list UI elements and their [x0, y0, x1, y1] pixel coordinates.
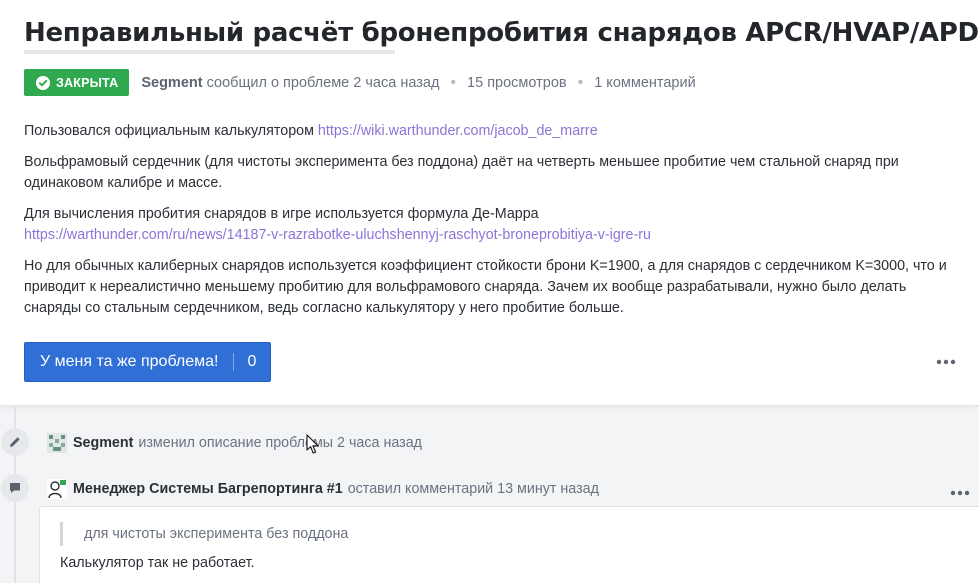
description-paragraph: Вольфрамовый сердечник (для чистоты эксп… [24, 154, 899, 191]
comment-quote: для чистоты эксперимента без поддона [60, 522, 348, 546]
issue-card: Неправильный расчёт бронепробития снаряд… [0, 0, 979, 406]
title-underline [24, 50, 395, 54]
more-horizontal-icon [936, 359, 956, 365]
description-paragraph: Для вычисления пробития снарядов в игре … [24, 204, 954, 246]
edit-event-user[interactable]: Segment [73, 435, 133, 451]
reported-text: сообщил о проблеме 2 часа назад [206, 74, 440, 91]
issue-description: Пользовался официальным калькулятором ht… [24, 121, 954, 329]
more-options-button[interactable] [936, 352, 956, 370]
pencil-icon [10, 437, 20, 447]
views-count: 15 просмотров [467, 74, 567, 91]
issue-title: Неправильный расчёт бронепробития снаряд… [24, 18, 979, 48]
same-problem-button[interactable]: У меня та же проблема! 0 [24, 342, 271, 382]
issue-meta: ЗАКРЫТА Segment сообщил о проблеме 2 час… [24, 69, 696, 96]
more-horizontal-icon [950, 490, 970, 496]
same-problem-count: 0 [247, 353, 257, 370]
status-badge: ЗАКРЫТА [24, 69, 130, 96]
separator-dot: • [450, 73, 457, 91]
comment-event-marker [1, 474, 29, 502]
manager-avatar-icon[interactable] [47, 479, 67, 499]
comments-count: 1 комментарий [594, 74, 696, 91]
comment-event-user[interactable]: Менеджер Системы Багрепортинга #1 [73, 481, 343, 497]
edit-event-marker [1, 428, 29, 456]
status-label: ЗАКРЫТА [56, 75, 119, 90]
check-circle-icon [36, 75, 50, 90]
mouse-cursor-icon [306, 434, 319, 454]
pixel-avatar-icon[interactable] [47, 433, 67, 453]
description-paragraph: Пользовался официальным калькулятором ht… [24, 121, 954, 142]
comment-icon [10, 483, 20, 493]
separator-dot: • [577, 73, 584, 91]
paragraph-text: Пользовался официальным калькулятором [24, 123, 318, 139]
edit-event-text: изменил описание проблемы 2 часа назад [138, 435, 422, 451]
comment-reply: Калькулятор так не работает. [60, 555, 255, 571]
same-problem-label: У меня та же проблема! [40, 353, 219, 370]
comment-event-text: оставил комментарий 13 минут назад [347, 481, 599, 497]
calculator-link[interactable]: https://wiki.warthunder.com/jacob_de_mar… [318, 123, 598, 139]
news-link[interactable]: https://warthunder.com/ru/news/14187-v-r… [24, 227, 651, 243]
edit-event: Segment изменил описание проблемы 2 часа… [47, 433, 422, 453]
paragraph-text: Для вычисления пробития снарядов в игре … [24, 206, 539, 222]
description-paragraph: Но для обычных калиберных снарядов испол… [24, 258, 947, 316]
comment-box: для чистоты эксперимента без поддона Кал… [39, 506, 979, 583]
comment-event: Менеджер Системы Багрепортинга #1 остави… [47, 479, 599, 499]
comment-more-button[interactable] [950, 483, 970, 501]
author-link[interactable]: Segment [141, 75, 202, 91]
